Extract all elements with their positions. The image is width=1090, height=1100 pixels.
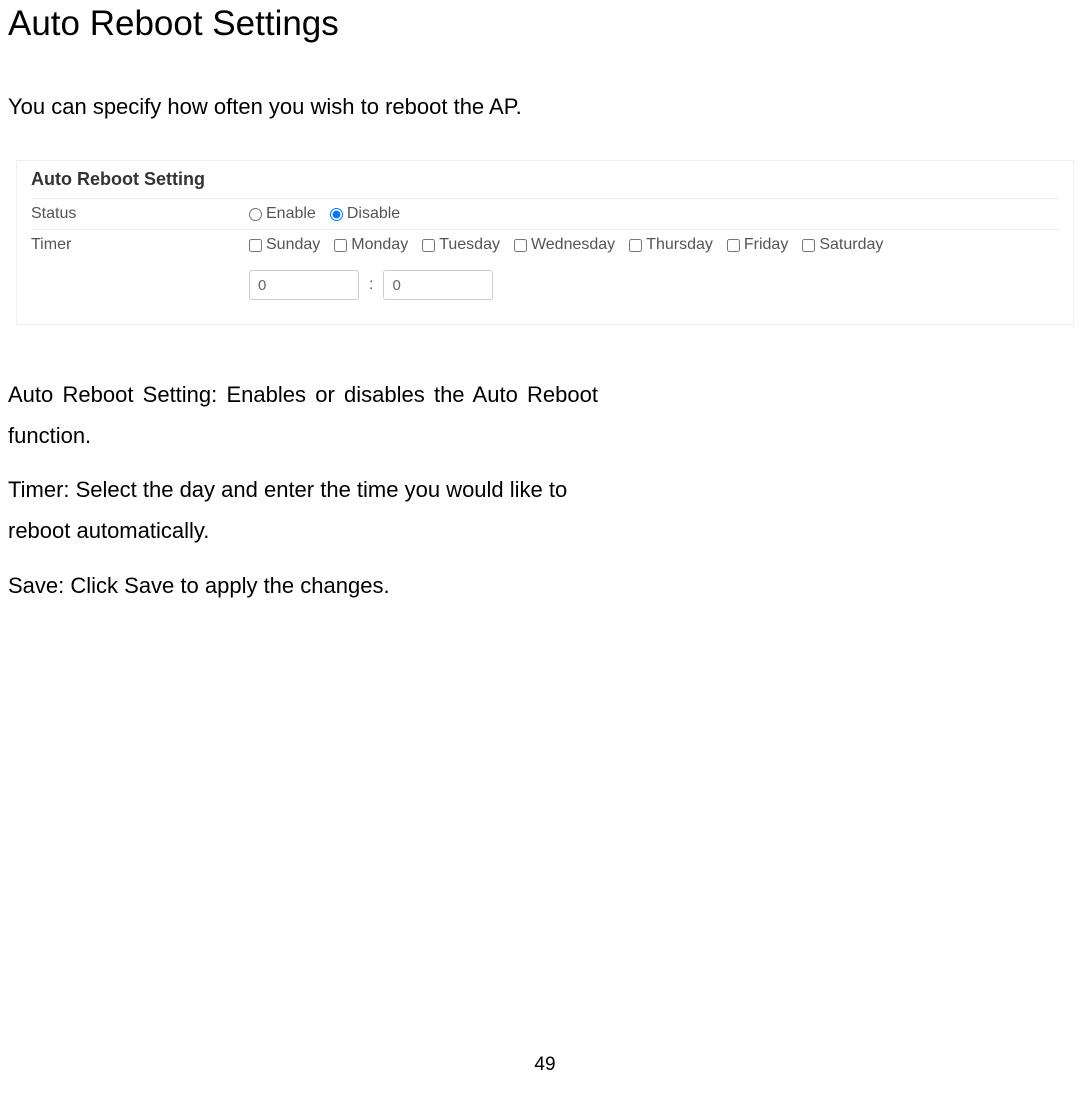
sunday-checkbox[interactable] [249,239,262,252]
disable-option[interactable]: Disable [330,205,400,223]
saturday-checkbox[interactable] [802,239,815,252]
wednesday-option[interactable]: Wednesday [514,236,615,254]
page-title: Auto Reboot Settings [8,4,1082,44]
desc-auto-reboot: Auto Reboot Setting: Enables or disables… [8,375,598,456]
desc-timer: Timer: Select the day and enter the time… [8,470,598,551]
intro-text: You can specify how often you wish to re… [8,94,1082,120]
enable-radio[interactable] [249,208,262,221]
minute-input[interactable] [383,270,493,300]
status-row: Status Enable Disable [31,198,1059,229]
thursday-label: Thursday [646,236,713,254]
time-colon: : [369,276,373,294]
status-options: Enable Disable [249,205,408,223]
thursday-option[interactable]: Thursday [629,236,713,254]
timer-row: Timer Sunday Monday Tuesday Wednesday Th… [31,229,1059,260]
panel-heading: Auto Reboot Setting [31,169,1059,190]
monday-checkbox[interactable] [334,239,347,252]
disable-radio[interactable] [330,208,343,221]
time-inputs: : [249,270,493,300]
disable-label: Disable [347,205,400,223]
monday-option[interactable]: Monday [334,236,408,254]
tuesday-checkbox[interactable] [422,239,435,252]
enable-option[interactable]: Enable [249,205,316,223]
saturday-option[interactable]: Saturday [802,236,883,254]
saturday-label: Saturday [819,236,883,254]
time-row: : [31,260,1059,306]
wednesday-label: Wednesday [531,236,615,254]
tuesday-label: Tuesday [439,236,500,254]
enable-label: Enable [266,205,316,223]
thursday-checkbox[interactable] [629,239,642,252]
status-label: Status [31,205,249,223]
sunday-label: Sunday [266,236,320,254]
page-number: 49 [0,1054,1090,1076]
auto-reboot-panel: Auto Reboot Setting Status Enable Disabl… [16,160,1074,325]
timer-label: Timer [31,236,249,254]
sunday-option[interactable]: Sunday [249,236,320,254]
tuesday-option[interactable]: Tuesday [422,236,500,254]
hour-input[interactable] [249,270,359,300]
wednesday-checkbox[interactable] [514,239,527,252]
friday-option[interactable]: Friday [727,236,788,254]
friday-checkbox[interactable] [727,239,740,252]
monday-label: Monday [351,236,408,254]
desc-save: Save: Click Save to apply the changes. [8,566,598,607]
friday-label: Friday [744,236,788,254]
timer-days: Sunday Monday Tuesday Wednesday Thursday… [249,236,891,254]
